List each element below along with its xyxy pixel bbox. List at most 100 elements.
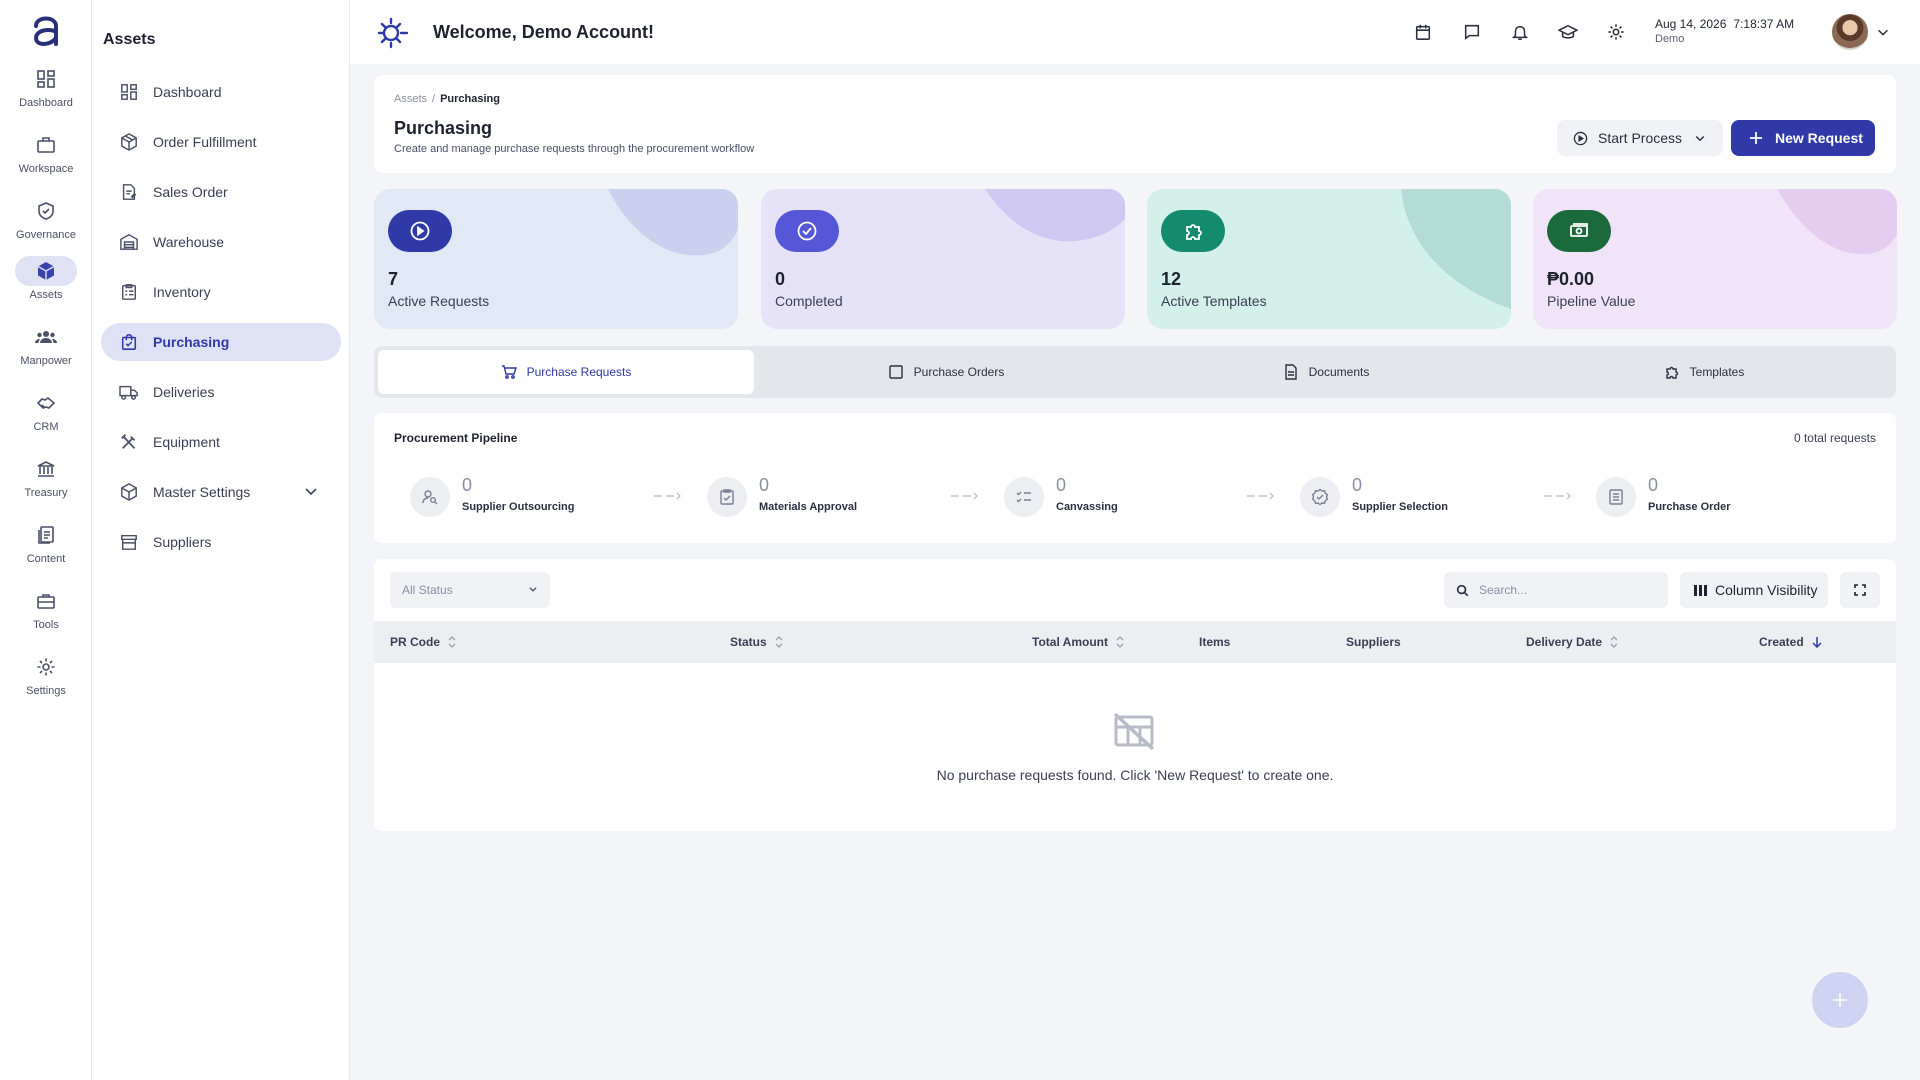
stat-label: Active Requests xyxy=(388,293,490,309)
sidebar-item-purchasing[interactable]: Purchasing xyxy=(101,323,341,361)
sort-icon xyxy=(775,636,783,648)
column-header-delivery-date[interactable]: Delivery Date xyxy=(1526,635,1618,649)
fullscreen-icon xyxy=(1854,584,1866,596)
graduation-cap-icon[interactable] xyxy=(1555,19,1581,45)
settings-gear-icon[interactable] xyxy=(1603,19,1629,45)
cart-icon xyxy=(501,364,517,380)
money-icon xyxy=(1547,210,1611,252)
stat-card-pipeline-value: ₱0.00 Pipeline Value xyxy=(1533,189,1897,329)
purchase-requests-table: All Status Column Visibility PR Code Sta… xyxy=(374,559,1896,831)
fullscreen-button[interactable] xyxy=(1840,572,1880,608)
main-rail: Dashboard Workspace Governance Assets Ma… xyxy=(0,0,92,1080)
stage-count: 0 xyxy=(759,475,770,495)
column-header-pr-code[interactable]: PR Code xyxy=(390,635,456,649)
bank-icon xyxy=(15,454,77,484)
stat-label: Active Templates xyxy=(1161,293,1267,309)
sidebar-item-deliveries[interactable]: Deliveries xyxy=(101,373,341,411)
sidebar-item-label: Warehouse xyxy=(153,234,225,250)
checklist-icon xyxy=(1004,477,1044,517)
sidebar-item-suppliers[interactable]: Suppliers xyxy=(101,523,341,561)
column-header-created[interactable]: Created xyxy=(1759,635,1822,649)
rail-item-treasury[interactable]: Treasury xyxy=(0,454,92,514)
tab-label: Purchase Orders xyxy=(913,365,1005,379)
clipboard-check-icon xyxy=(707,477,747,517)
new-request-label: New Request xyxy=(1775,130,1863,146)
stage-label: Canvassing xyxy=(1056,501,1118,513)
sidebar-item-equipment[interactable]: Equipment xyxy=(101,423,341,461)
sidebar-item-master-settings[interactable]: Master Settings xyxy=(101,473,341,511)
app-logo-icon[interactable] xyxy=(24,10,68,50)
group-icon xyxy=(15,322,77,352)
column-header-items: Items xyxy=(1199,635,1230,649)
rail-item-manpower[interactable]: Manpower xyxy=(0,322,92,382)
rail-item-content[interactable]: Content xyxy=(0,520,92,580)
rail-label: Tools xyxy=(33,619,59,631)
square-icon xyxy=(888,364,904,380)
empty-state-message: No purchase requests found. Click 'New R… xyxy=(936,767,1334,783)
cube-outline-icon xyxy=(119,482,139,502)
column-header-status[interactable]: Status xyxy=(730,635,783,649)
sidebar-item-sales-order[interactable]: Sales Order xyxy=(101,173,341,211)
breadcrumb-separator: / xyxy=(432,93,436,105)
warehouse-icon xyxy=(119,232,139,252)
tab-templates[interactable]: Templates xyxy=(1516,350,1892,394)
column-label: Items xyxy=(1199,635,1231,649)
rail-item-dashboard[interactable]: Dashboard xyxy=(0,64,92,124)
chevron-down-icon[interactable] xyxy=(1876,25,1890,39)
stat-value: ₱0.00 xyxy=(1547,269,1595,289)
document-icon xyxy=(1283,364,1299,380)
top-header: Welcome, Demo Account! Aug 14, 2026 7:18:… xyxy=(350,0,1920,64)
arrow-right-icon xyxy=(1544,491,1574,501)
decorative-blob xyxy=(608,189,738,256)
column-label: PR Code xyxy=(390,635,441,649)
bell-icon[interactable] xyxy=(1507,19,1533,45)
cube-icon xyxy=(15,256,77,286)
stat-label: Pipeline Value xyxy=(1547,293,1636,309)
tab-documents[interactable]: Documents xyxy=(1138,350,1514,394)
column-label: Delivery Date xyxy=(1526,635,1603,649)
table-header: PR Code Status Total Amount Items Suppli… xyxy=(374,621,1896,663)
column-header-total-amount[interactable]: Total Amount xyxy=(1032,635,1124,649)
breadcrumb-parent-link[interactable]: Assets xyxy=(394,93,427,105)
welcome-message: Welcome, Demo Account! xyxy=(433,22,655,42)
floating-add-button[interactable] xyxy=(1812,972,1868,1028)
header-time: 7:18:37 AM xyxy=(1733,17,1795,31)
tab-purchase-orders[interactable]: Purchase Orders xyxy=(758,350,1134,394)
breadcrumb-current: Purchasing xyxy=(440,93,500,105)
sidebar-title: Assets xyxy=(103,31,156,48)
chat-icon[interactable] xyxy=(1459,19,1485,45)
new-request-button[interactable]: New Request xyxy=(1731,120,1875,156)
assets-sidebar: Assets Dashboard Order Fulfillment Sales… xyxy=(92,0,350,1080)
sidebar-item-dashboard[interactable]: Dashboard xyxy=(101,73,341,111)
column-visibility-button[interactable]: Column Visibility xyxy=(1680,572,1828,608)
column-visibility-label: Column Visibility xyxy=(1715,582,1818,598)
columns-icon xyxy=(1694,584,1707,596)
stage-label: Purchase Order xyxy=(1648,501,1731,513)
rail-item-tools[interactable]: Tools xyxy=(0,586,92,646)
stat-card-active-templates: 12 Active Templates xyxy=(1147,189,1511,329)
calendar-icon[interactable] xyxy=(1410,19,1436,45)
chevron-down-icon xyxy=(528,584,538,594)
rail-item-governance[interactable]: Governance xyxy=(0,196,92,256)
sidebar-item-label: Inventory xyxy=(153,284,211,300)
tab-purchase-requests[interactable]: Purchase Requests xyxy=(378,350,754,394)
gear-icon xyxy=(15,652,77,682)
sidebar-item-label: Purchasing xyxy=(153,334,230,350)
page-title: Purchasing xyxy=(394,118,493,138)
sidebar-item-inventory[interactable]: Inventory xyxy=(101,273,341,311)
sidebar-item-label: Master Settings xyxy=(153,484,251,500)
rail-item-settings[interactable]: Settings xyxy=(0,652,92,712)
sidebar-item-order-fulfillment[interactable]: Order Fulfillment xyxy=(101,123,341,161)
search-input[interactable] xyxy=(1479,583,1659,597)
rail-item-crm[interactable]: CRM xyxy=(0,388,92,448)
sidebar-item-warehouse[interactable]: Warehouse xyxy=(101,223,341,261)
rail-item-workspace[interactable]: Workspace xyxy=(0,130,92,190)
avatar[interactable] xyxy=(1832,14,1868,50)
status-filter-select[interactable]: All Status xyxy=(390,572,550,608)
chevron-down-icon[interactable] xyxy=(303,483,319,499)
rail-item-assets[interactable]: Assets xyxy=(0,256,92,316)
start-process-button[interactable]: Start Process xyxy=(1557,120,1723,156)
arrow-right-icon xyxy=(951,491,981,501)
clipboard-list-icon xyxy=(119,282,139,302)
puzzle-icon xyxy=(1664,364,1680,380)
